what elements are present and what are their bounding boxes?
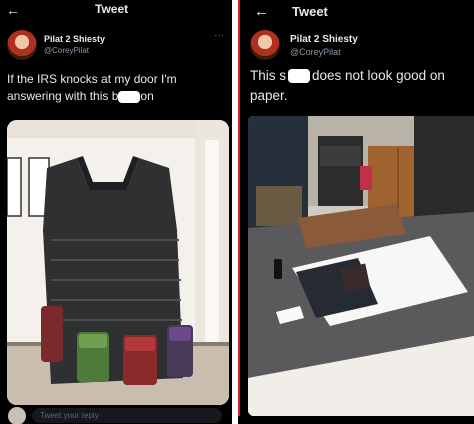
top-bar: ← Tweet xyxy=(240,0,474,22)
bottom-strip xyxy=(238,416,474,424)
tweet-text-part: on xyxy=(140,89,154,103)
avatar xyxy=(8,407,26,424)
more-horizontal-icon[interactable]: ··· xyxy=(214,30,224,41)
tweet-text-part: This s xyxy=(250,68,287,83)
avatar[interactable] xyxy=(7,30,37,60)
user-name[interactable]: Pilat 2 Shiesty xyxy=(44,34,105,44)
redaction-mark xyxy=(118,90,141,103)
page-title: Tweet xyxy=(95,2,129,16)
vest-image xyxy=(7,120,229,405)
tweet-text: This s does not look good on paper. xyxy=(250,66,472,106)
arrow-left-icon[interactable]: ← xyxy=(254,4,269,20)
tweet-photo[interactable] xyxy=(248,116,474,416)
tweet-text: If the IRS knocks at my door I'm answeri… xyxy=(7,71,229,105)
arrow-left-icon[interactable]: ← xyxy=(6,2,20,18)
kitchen-image xyxy=(248,116,474,416)
page-title: Tweet xyxy=(292,4,328,19)
avatar[interactable] xyxy=(250,30,280,60)
tweet-photo[interactable] xyxy=(7,120,229,405)
reply-bar: Tweet your reply xyxy=(0,404,232,424)
redaction-mark xyxy=(288,69,311,84)
top-bar: ← Tweet xyxy=(0,0,232,22)
reply-input[interactable]: Tweet your reply xyxy=(32,408,222,423)
user-handle[interactable]: @CoreyPilat xyxy=(44,46,89,55)
user-handle[interactable]: @CoreyPilat xyxy=(290,47,341,57)
user-name[interactable]: Pilat 2 Shiesty xyxy=(290,34,358,45)
